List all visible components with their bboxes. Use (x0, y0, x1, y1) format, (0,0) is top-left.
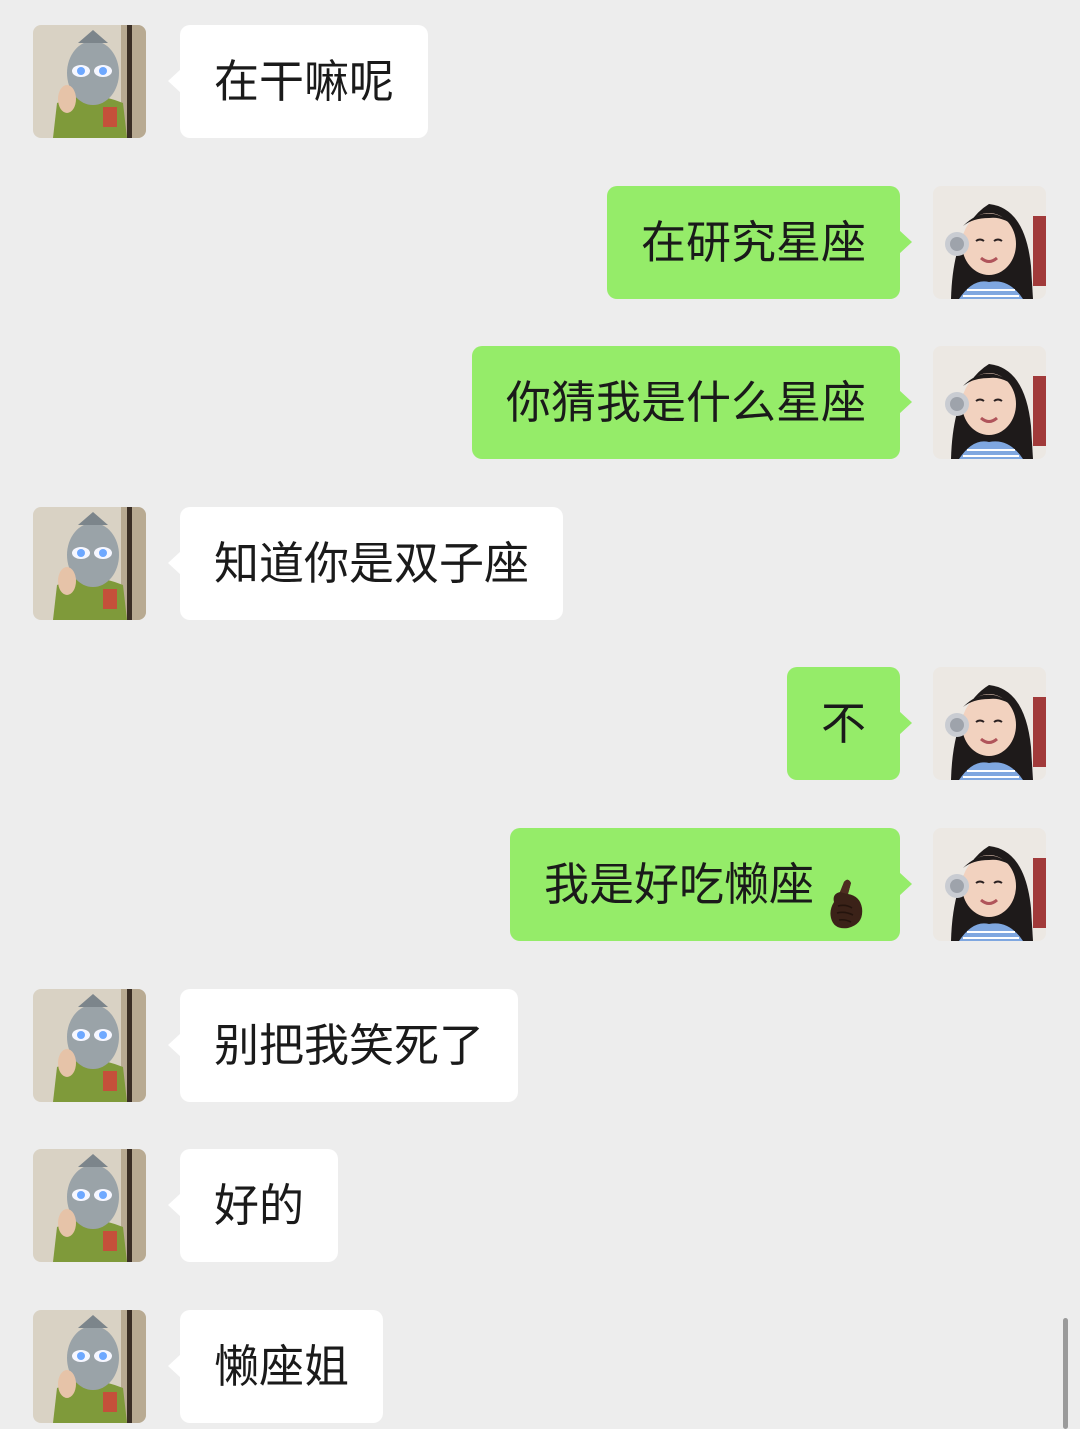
incoming-message-bubble[interactable]: 别把我笑死了 (167, 989, 519, 1102)
outgoing-message-bubble[interactable]: 你猜我是什么星座 (471, 346, 913, 459)
message-text: 知道你是双子座 (214, 537, 530, 590)
message-row-outgoing: 在研究星座 (0, 186, 1080, 300)
message-row-incoming: 懒座姐 (0, 1310, 1080, 1424)
other-avatar-icon[interactable] (33, 1310, 146, 1423)
message-row-outgoing: 不 (0, 667, 1080, 781)
outgoing-message-bubble[interactable]: 我是好吃懒座 (509, 828, 913, 941)
finger-heart-emoji-icon (826, 858, 866, 929)
outgoing-message-bubble[interactable]: 不 (786, 667, 913, 780)
other-avatar-icon[interactable] (33, 507, 146, 620)
message-text: 懒座姐 (214, 1340, 350, 1393)
message-row-outgoing: 你猜我是什么星座 (0, 346, 1080, 460)
incoming-message-bubble[interactable]: 知道你是双子座 (167, 507, 564, 620)
incoming-message-bubble[interactable]: 在干嘛呢 (167, 25, 429, 138)
scrollbar-thumb[interactable] (1063, 1318, 1068, 1429)
message-text: 你猜我是什么星座 (505, 376, 866, 429)
message-text: 我是好吃懒座 (543, 858, 814, 911)
message-row-outgoing: 我是好吃懒座 (0, 828, 1080, 942)
outgoing-message-bubble[interactable]: 在研究星座 (606, 186, 913, 299)
other-avatar-icon[interactable] (33, 25, 146, 138)
incoming-message-bubble[interactable]: 好的 (167, 1149, 339, 1262)
message-text: 不 (820, 697, 866, 750)
my-avatar-icon[interactable] (933, 346, 1046, 459)
message-row-incoming: 在干嘛呢 (0, 25, 1080, 139)
my-avatar-icon[interactable] (933, 186, 1046, 299)
other-avatar-icon[interactable] (33, 1149, 146, 1262)
my-avatar-icon[interactable] (933, 667, 1046, 780)
message-row-incoming: 好的 (0, 1149, 1080, 1263)
message-row-incoming: 别把我笑死了 (0, 989, 1080, 1103)
message-text: 在研究星座 (640, 216, 866, 269)
message-text: 别把我笑死了 (214, 1019, 485, 1072)
my-avatar-icon[interactable] (933, 828, 1046, 941)
message-text: 在干嘛呢 (214, 55, 395, 108)
other-avatar-icon[interactable] (33, 989, 146, 1102)
message-row-incoming: 知道你是双子座 (0, 507, 1080, 621)
incoming-message-bubble[interactable]: 懒座姐 (167, 1310, 384, 1423)
message-text: 好的 (214, 1179, 305, 1232)
chat-thread: 在干嘛呢 在研究星座 你猜我是什么星座 知道你是双子座 不 我是好吃懒座 别把我… (0, 0, 1080, 1429)
